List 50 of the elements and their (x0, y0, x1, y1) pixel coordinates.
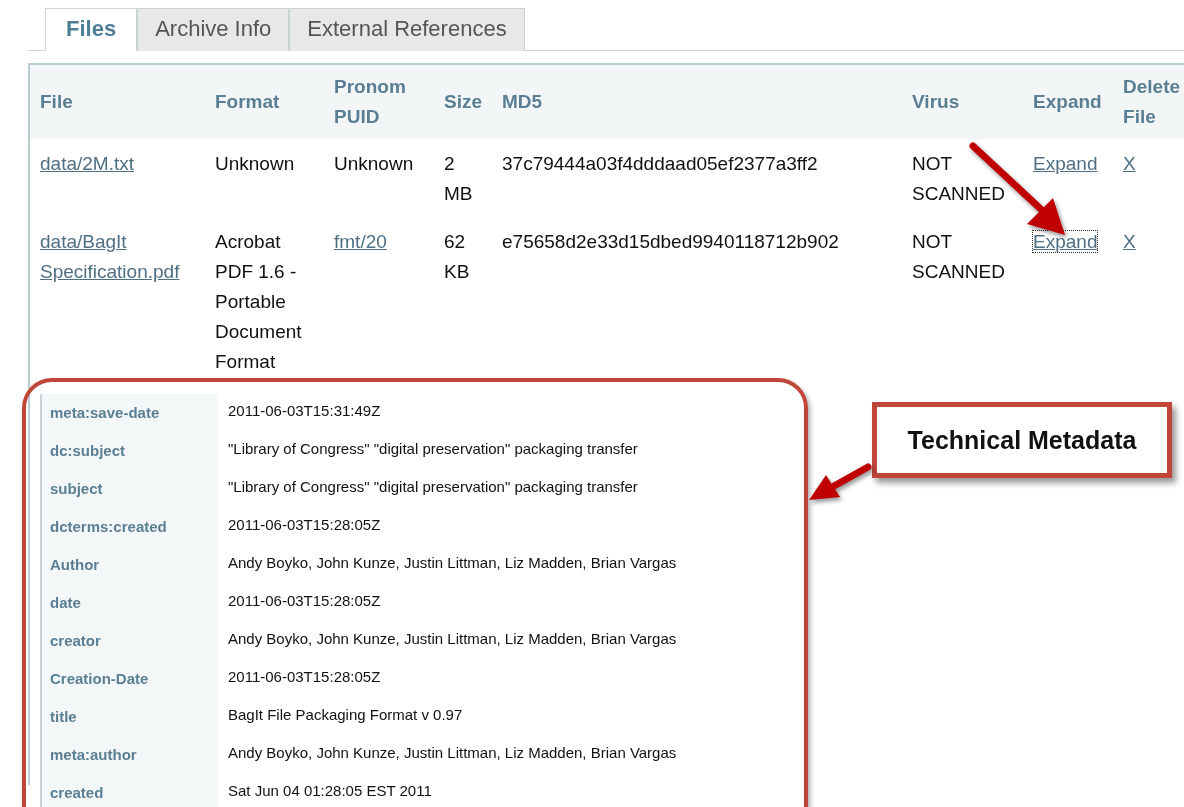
metadata-value: BagIt File Packaging Format v 0.97 (227, 705, 464, 725)
expand-link[interactable]: Expand (1033, 153, 1098, 174)
tab[interactable]: Files (45, 8, 138, 51)
metadata-key: date (42, 584, 218, 622)
metadata-value: Sat Jun 04 01:28:05 EST 2011 (227, 781, 433, 801)
delete-link[interactable]: X (1123, 153, 1136, 174)
column-header: File (30, 65, 205, 139)
metadata-value: Andy Boyko, John Kunze, Justin Littman, Liz Madden, Brian Vargas (227, 553, 678, 573)
metadata-key: meta:save-date (42, 394, 218, 432)
tab[interactable]: External References (289, 8, 525, 51)
callout-label: Technical Metadata (872, 402, 1172, 478)
column-header: Expand (1023, 65, 1114, 139)
metadata-value: 2011-06-03T15:28:05Z (227, 667, 382, 687)
column-header: Size (434, 65, 493, 139)
tab[interactable]: Archive Info (137, 8, 290, 51)
table-cell: 62 KB (444, 231, 470, 282)
file-link[interactable]: data/BagIt Specification.pdf (40, 227, 195, 287)
expand-link[interactable]: Expand (1033, 231, 1098, 252)
metadata-key: dcterms:created (42, 508, 218, 546)
file-link[interactable]: data/2M.txt (40, 149, 134, 179)
column-header: Pronom PUID (324, 65, 434, 139)
metadata-key: creator (42, 622, 218, 660)
column-header: Virus (902, 65, 1024, 139)
metadata-key: title (42, 698, 218, 736)
table-cell: Acrobat PDF 1.6 - Portable Document Format (215, 231, 302, 372)
metadata-value: "Library of Congress" "digital preservation" packaging transfer (227, 439, 639, 459)
table-cell: e75658d2e33d15dbed9940118712b902 (502, 231, 839, 252)
table-cell: NOT SCANNED (912, 231, 1005, 282)
table-cell: Unknown (215, 153, 295, 174)
metadata-value: Andy Boyko, John Kunze, Justin Littman, Liz Madden, Brian Vargas (227, 743, 678, 763)
metadata-value: 2011-06-03T15:31:49Z (227, 401, 382, 421)
column-header: Format (205, 65, 324, 139)
table-cell: Unknown (334, 153, 414, 174)
metadata-key: Creation-Date (42, 660, 218, 698)
metadata-key: Author (42, 546, 218, 584)
metadata-key: meta:author (42, 736, 218, 774)
table-cell: 2 MB (444, 153, 473, 204)
table-cell: NOT SCANNED (912, 153, 1005, 204)
metadata-key: created (42, 774, 218, 807)
puid-link[interactable]: fmt/20 (334, 231, 387, 252)
metadata-value: "Library of Congress" "digital preservation" packaging transfer (227, 477, 639, 497)
table-cell: 37c79444a03f4dddaad05ef2377a3ff2 (502, 153, 818, 174)
metadata-value: Andy Boyko, John Kunze, Justin Littman, Liz Madden, Brian Vargas (227, 629, 678, 649)
delete-link[interactable]: X (1123, 231, 1136, 252)
column-header: Delete File (1113, 65, 1184, 139)
column-header: MD5 (492, 65, 903, 139)
metadata-value: 2011-06-03T15:28:05Z (227, 591, 382, 611)
metadata-key: subject (42, 470, 218, 508)
metadata-key: dc:subject (42, 432, 218, 470)
metadata-value: 2011-06-03T15:28:05Z (227, 515, 382, 535)
